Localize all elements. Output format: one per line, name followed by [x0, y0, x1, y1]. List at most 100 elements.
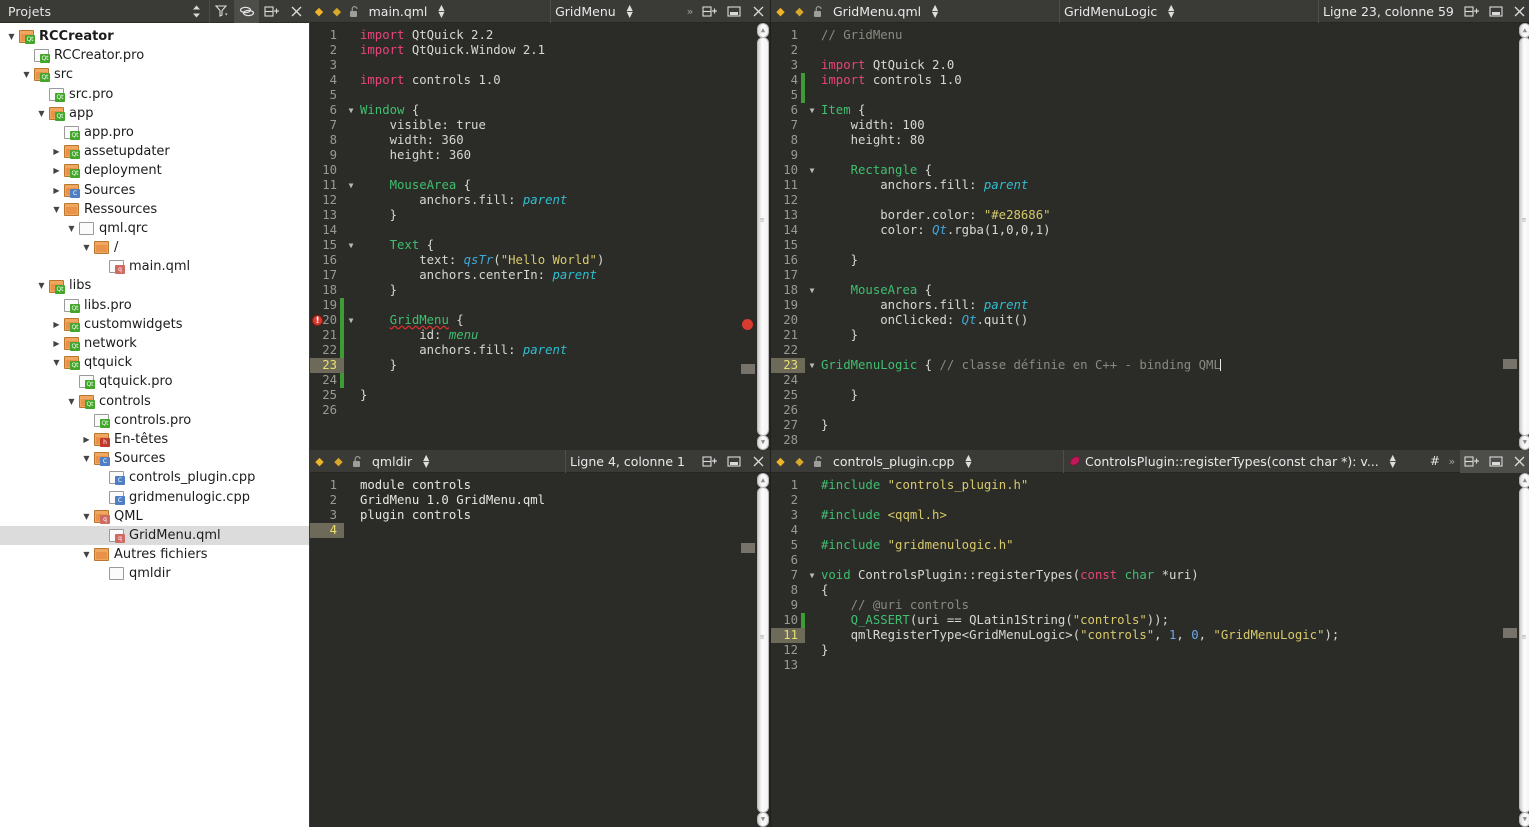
code-line[interactable]: 14 color: Qt.rgba(1,0,0,1) — [771, 223, 1529, 238]
scroll-down-arrow[interactable]: ▼ — [1518, 435, 1529, 450]
code-line[interactable]: 7 ▼ void ControlsPlugin::registerTypes(con… — [771, 568, 1529, 583]
scroll-down-arrow[interactable]: ▼ — [757, 435, 769, 450]
code-line[interactable]: 3 plugin controls — [310, 508, 770, 523]
code-line[interactable]: 9 — [771, 148, 1529, 163]
file-selector-gridmenu-qml[interactable]: GridMenu.qml ▲ ▼ — [829, 0, 1059, 23]
code-line[interactable]: 13 — [771, 658, 1529, 673]
filter-icon[interactable] — [209, 0, 234, 23]
unlocked-icon[interactable] — [346, 5, 365, 18]
code-line[interactable]: 8 width: 360 — [310, 133, 770, 148]
scrollbar-thumb[interactable] — [1518, 37, 1529, 436]
overflow-chevron-icon[interactable]: » — [682, 5, 698, 18]
code-line[interactable]: 12} — [771, 643, 1529, 658]
tree-item--[interactable]: ▼ / — [0, 238, 309, 257]
tree-item-controls-pro[interactable]: Qt controls.pro — [0, 411, 309, 430]
code-line[interactable]: 21 id: menu — [310, 328, 770, 343]
split-icon[interactable] — [1459, 449, 1484, 473]
code-line[interactable]: 9 // @uri controls — [771, 598, 1529, 613]
code-line[interactable]: 4 import controls 1.0 — [771, 73, 1529, 88]
unlocked-icon[interactable] — [348, 455, 368, 468]
file-selector-main-qml[interactable]: main.qml ▲ ▼ — [365, 0, 551, 23]
code-line[interactable]: 18 ▼ MouseArea { — [771, 283, 1529, 298]
code-line[interactable]: 6 ▼ Item { — [771, 103, 1529, 118]
code-line[interactable]: 12 anchors.fill: parent — [310, 193, 770, 208]
arrow-back-icon[interactable]: ◆ — [310, 5, 328, 18]
arrow-forward-icon[interactable]: ◆ — [329, 455, 348, 468]
fold-toggle-icon[interactable]: ▼ — [344, 178, 358, 193]
code-line[interactable]: 6 ▼ Window { — [310, 103, 770, 118]
code-line[interactable]: 17 — [771, 268, 1529, 283]
code-line[interactable]: 19 anchors.fill: parent — [771, 298, 1529, 313]
tree-item-deployment[interactable]: ▶ Qt deployment — [0, 161, 309, 180]
tree-item-app[interactable]: ▼ Qt app — [0, 104, 309, 123]
chevron-down-icon[interactable]: ▼ — [80, 545, 93, 564]
vertical-scrollbar[interactable]: ▲ ≡ ▼ — [755, 23, 770, 450]
code-line[interactable]: 16 text: qsTr("Hello World") — [310, 253, 770, 268]
close-icon[interactable] — [284, 0, 309, 23]
cursor-position-label[interactable]: Ligne 4, colonne 1 — [565, 449, 698, 473]
project-tree[interactable]: ▼ Qt RCCreator Qt RCCreator.pro ▼ Qt src Qt src.p… — [0, 23, 309, 827]
scroll-up-arrow[interactable]: ▲ — [1518, 473, 1529, 488]
scroll-up-arrow[interactable]: ▲ — [1518, 23, 1529, 38]
code-line[interactable]: 10 ▼ Rectangle { — [771, 163, 1529, 178]
tree-item-assetupdater[interactable]: ▶ Qt assetupdater — [0, 142, 309, 161]
tree-item-sources[interactable]: ▼ C Sources — [0, 449, 309, 468]
vertical-scrollbar[interactable]: ▲ ≡ ▼ — [755, 473, 770, 827]
sidebar-view-selector[interactable] — [184, 0, 209, 23]
code-line[interactable]: 4 — [771, 523, 1529, 538]
code-line[interactable]: 15 — [771, 238, 1529, 253]
code-line[interactable]: 23 } — [310, 358, 770, 373]
tree-item-src-pro[interactable]: Qt src.pro — [0, 85, 309, 104]
scrollbar-thumb[interactable] — [757, 487, 769, 813]
code-line[interactable]: 4 import controls 1.0 — [310, 73, 770, 88]
chevron-down-icon[interactable]: ▼ — [50, 200, 63, 219]
code-line[interactable]: 5 — [310, 88, 770, 103]
chevron-right-icon[interactable]: ▶ — [50, 142, 63, 161]
code-line[interactable]: 24 — [310, 373, 770, 388]
code-line[interactable]: 28 — [771, 433, 1529, 448]
unlocked-icon[interactable] — [809, 455, 829, 468]
code-line[interactable]: 16 } — [771, 253, 1529, 268]
chevron-down-icon[interactable]: ▼ — [50, 353, 63, 372]
close-icon[interactable] — [746, 0, 770, 23]
tree-item-ressources[interactable]: ▼ Ressources — [0, 200, 309, 219]
file-selector-qmldir[interactable]: qmldir ▲ ▼ — [368, 450, 565, 473]
arrow-forward-icon[interactable]: ◆ — [790, 5, 809, 18]
tree-item-autres-fichiers[interactable]: ▼ Autres fichiers — [0, 545, 309, 564]
code-line[interactable]: 2 — [771, 493, 1529, 508]
overflow-chevron-icon[interactable]: » — [1444, 455, 1460, 468]
tree-item-app-pro[interactable]: Qt app.pro — [0, 123, 309, 142]
unsplit-icon[interactable] — [722, 450, 746, 473]
arrow-back-icon[interactable]: ◆ — [771, 455, 790, 468]
chevron-down-icon[interactable]: ▼ — [80, 507, 93, 526]
code-line[interactable]: 20 onClicked: Qt.quit() — [771, 313, 1529, 328]
scrollbar-thumb[interactable] — [757, 37, 769, 436]
close-icon[interactable] — [746, 450, 770, 473]
tree-item-sources[interactable]: ▶ C Sources — [0, 181, 309, 200]
scroll-up-arrow[interactable]: ▲ — [757, 23, 769, 38]
editor-body-gridmenu-qml[interactable]: 1 // GridMenu 2 3 import QtQuick 2.0 4 import … — [771, 23, 1529, 450]
code-line[interactable]: 3 #include <qqml.h> — [771, 508, 1529, 523]
code-line[interactable]: 22 anchors.fill: parent — [310, 343, 770, 358]
fold-toggle-icon[interactable]: ▼ — [805, 568, 819, 583]
tree-item-rccreator[interactable]: ▼ Qt RCCreator — [0, 27, 309, 46]
arrow-back-icon[interactable]: ◆ — [771, 5, 790, 18]
tree-item-controls[interactable]: ▼ Qt controls — [0, 392, 309, 411]
tree-item-gridmenulogic-cpp[interactable]: Cgridmenulogic.cpp — [0, 488, 309, 507]
code-line[interactable]: 6 — [771, 553, 1529, 568]
tree-item-qmldir[interactable]: qmldir — [0, 564, 309, 583]
cursor-position-label[interactable]: Ligne 23, colonne 59 — [1318, 0, 1460, 23]
chevron-right-icon[interactable]: ▶ — [50, 181, 63, 200]
vertical-scrollbar[interactable]: ▲ ≡ ▼ — [1516, 473, 1529, 827]
code-line[interactable]: 17 anchors.centerIn: parent — [310, 268, 770, 283]
overview-column[interactable] — [1502, 23, 1517, 450]
code-line[interactable]: 2 GridMenu 1.0 GridMenu.qml — [310, 493, 770, 508]
code-line[interactable]: 7 width: 100 — [771, 118, 1529, 133]
code-line[interactable]: 20 ▼ GridMenu { — [310, 313, 770, 328]
close-icon[interactable] — [1508, 0, 1529, 23]
chevron-right-icon[interactable]: ▶ — [50, 334, 63, 353]
code-line[interactable]: 14 — [310, 223, 770, 238]
code-line[interactable]: 2 — [771, 43, 1529, 58]
tree-item-rccreator-pro[interactable]: Qt RCCreator.pro — [0, 46, 309, 65]
chevron-down-icon[interactable]: ▼ — [65, 219, 78, 238]
